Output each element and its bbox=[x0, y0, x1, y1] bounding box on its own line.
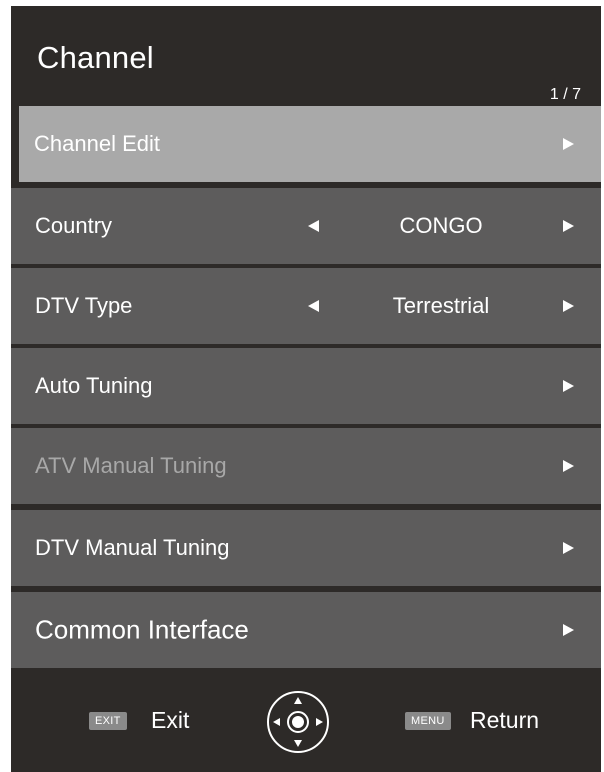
menu-item-label: Auto Tuning bbox=[35, 373, 153, 398]
arrow-right-icon bbox=[563, 138, 574, 150]
navigation-pad-icon bbox=[267, 691, 329, 753]
menu-item-label: DTV Type bbox=[35, 293, 133, 318]
arrow-right-icon[interactable] bbox=[563, 300, 574, 312]
menu-item-label: Channel Edit bbox=[34, 131, 160, 156]
menu-item-label: ATV Manual Tuning bbox=[35, 453, 227, 478]
menu-item-label: Common Interface bbox=[35, 614, 249, 645]
arrow-right-icon bbox=[563, 542, 574, 554]
menu-header: Channel 1 / 7 bbox=[11, 6, 601, 116]
menu-item-dtv-manual-tuning[interactable]: DTV Manual Tuning bbox=[11, 510, 601, 586]
channel-menu: Channel 1 / 7 Channel Edit Country CONGO… bbox=[11, 6, 601, 772]
menu-item-atv-manual-tuning[interactable]: ATV Manual Tuning bbox=[11, 428, 601, 504]
dtv-type-value: Terrestrial bbox=[392, 293, 490, 318]
arrow-right-icon bbox=[563, 460, 574, 472]
page-indicator: 1 / 7 bbox=[549, 86, 581, 103]
menu-item-auto-tuning[interactable]: Auto Tuning bbox=[11, 348, 601, 424]
exit-key-badge: EXIT bbox=[89, 712, 127, 730]
arrow-left-icon[interactable] bbox=[308, 220, 319, 232]
return-label[interactable]: Return bbox=[470, 707, 539, 734]
menu-footer: EXIT Exit MENU Return bbox=[11, 670, 601, 772]
arrow-right-icon bbox=[563, 380, 574, 392]
menu-item-common-interface[interactable]: Common Interface bbox=[11, 592, 601, 668]
menu-item-label: DTV Manual Tuning bbox=[35, 535, 230, 560]
arrow-right-icon[interactable] bbox=[563, 220, 574, 232]
arrow-left-icon[interactable] bbox=[308, 300, 319, 312]
menu-title: Channel bbox=[37, 40, 154, 75]
menu-item-label: Country bbox=[35, 213, 113, 238]
menu-item-channel-edit[interactable]: Channel Edit bbox=[19, 106, 601, 182]
arrow-right-icon bbox=[563, 624, 574, 636]
menu-item-country[interactable]: Country CONGO bbox=[11, 188, 601, 264]
exit-label[interactable]: Exit bbox=[151, 707, 189, 734]
menu-key-badge: MENU bbox=[405, 712, 451, 730]
country-value: CONGO bbox=[399, 213, 483, 238]
menu-item-dtv-type[interactable]: DTV Type Terrestrial bbox=[11, 268, 601, 344]
